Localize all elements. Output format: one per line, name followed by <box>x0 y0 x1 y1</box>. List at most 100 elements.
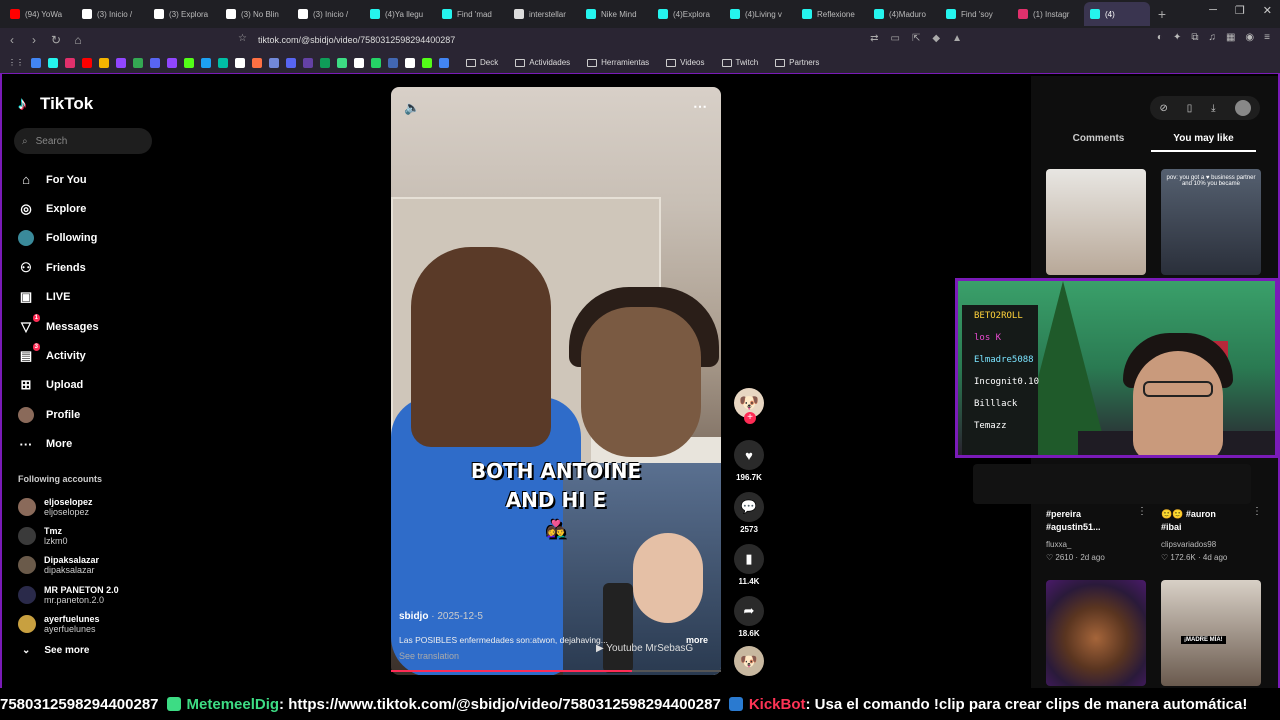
video-player[interactable]: BOTH ANTOINE AND HI E 👩‍❤️‍👨 <box>391 87 721 675</box>
bookmark-icon[interactable] <box>48 57 58 68</box>
bookmark-icon[interactable] <box>201 57 211 68</box>
suggested-video-thumb[interactable]: ¡MADRE MÍA! <box>1161 580 1261 686</box>
suggested-title[interactable]: 🙂🙂 #auron #ibai <box>1161 508 1216 534</box>
sidebar-item-messages[interactable]: ▽ 1 Messages <box>18 312 99 341</box>
extension-icon[interactable]: ◐ <box>1157 32 1163 43</box>
heart-icon[interactable]: ♥ <box>734 440 764 470</box>
bookmark-star-icon[interactable]: ☆ <box>238 33 247 44</box>
browser-tab[interactable]: Nike Mind <box>580 2 652 26</box>
bookmark-folder[interactable]: Actividades <box>515 58 570 67</box>
browser-tab[interactable]: (4)Explora <box>652 2 724 26</box>
browser-tab[interactable]: (3) Inicio / <box>292 2 364 26</box>
bookmark-icon[interactable]: ▮ <box>734 544 764 574</box>
kebab-menu-icon[interactable]: ⋮ <box>1252 506 1262 517</box>
tab-you-may-like[interactable]: You may like <box>1151 133 1256 152</box>
cast-icon[interactable]: ▭ <box>891 33 900 44</box>
tiktok-logo[interactable]: ♪ TikTok <box>18 94 93 114</box>
bookmark-icon[interactable] <box>439 57 449 68</box>
see-translation-link[interactable]: See translation <box>399 651 459 661</box>
video-progress-bar[interactable] <box>391 670 721 672</box>
sidebar-item-live[interactable]: ▣ LIVE <box>18 283 99 312</box>
bookmark-icon[interactable] <box>99 57 109 68</box>
like-action[interactable]: ♥ 196.7K <box>734 440 764 482</box>
bookmark-folder[interactable]: Partners <box>775 58 819 67</box>
music-disc-icon[interactable]: 🐶 <box>734 646 764 676</box>
follow-plus-icon[interactable]: + <box>744 412 756 424</box>
reload-icon[interactable]: ↻ <box>46 33 66 47</box>
forward-icon[interactable]: › <box>24 33 44 47</box>
video-author[interactable]: sbidjo <box>399 611 428 622</box>
home-browser-icon[interactable]: ⌂ <box>68 33 88 47</box>
suggested-video-thumb[interactable] <box>1046 580 1146 686</box>
share-arrow-icon[interactable]: ➦ <box>734 596 764 626</box>
see-more-button[interactable]: ⌄ See more <box>22 645 89 656</box>
sidebar-item-explore[interactable]: ◎ Explore <box>18 194 99 223</box>
new-tab-button[interactable]: + <box>1150 6 1174 22</box>
bookmark-icon[interactable] <box>405 57 415 68</box>
url-text[interactable]: tiktok.com/@sbidjo/video/758031259829440… <box>258 35 455 45</box>
restore-icon[interactable]: ❐ <box>1235 4 1245 17</box>
bookmark-icon[interactable] <box>218 57 228 68</box>
bookmark-icon[interactable] <box>354 57 364 68</box>
creator-avatar[interactable]: 🐶 + <box>734 388 764 424</box>
following-account[interactable]: ayerfuelunes ayerfuelunes <box>18 609 119 638</box>
music-icon[interactable]: ♫ <box>1208 32 1216 43</box>
device-icon[interactable]: ▯ <box>1187 103 1193 114</box>
shield-icon[interactable]: ◆ <box>932 33 940 44</box>
share-icon[interactable]: ⇱ <box>912 33 920 44</box>
wallet-icon[interactable]: ▦ <box>1226 32 1235 43</box>
sidebar-item-profile[interactable]: ● Profile <box>18 400 99 429</box>
bookmark-icon[interactable] <box>422 57 432 68</box>
tab-comments[interactable]: Comments <box>1046 133 1151 152</box>
bookmark-icon[interactable] <box>286 57 296 68</box>
bookmark-icon[interactable] <box>31 57 41 68</box>
kebab-menu-icon[interactable]: ⋮ <box>1137 506 1147 517</box>
following-account[interactable]: eljoselopez eljoselopez <box>18 492 119 521</box>
bookmark-icon[interactable] <box>150 57 160 68</box>
bookmark-folder[interactable]: Twitch <box>721 58 758 67</box>
bookmark-icon[interactable] <box>184 57 194 68</box>
comment-action[interactable]: 💬 2573 <box>734 492 764 534</box>
browser-tab[interactable]: (94) YoWa <box>4 2 76 26</box>
puzzle-icon[interactable]: ✦ <box>1173 32 1181 43</box>
bookmark-icon[interactable] <box>65 57 75 68</box>
browser-tab[interactable]: Find 'mad <box>436 2 508 26</box>
bookmark-icon[interactable] <box>269 57 279 68</box>
share-action[interactable]: ➦ 18.6K <box>734 596 764 638</box>
menu-icon[interactable]: ≡ <box>1264 32 1270 43</box>
bookmark-icon[interactable] <box>388 57 398 68</box>
compass-small-icon[interactable]: ⊘ <box>1159 103 1167 114</box>
following-account[interactable]: MR PANETON 2.0 mr.paneton.2.0 <box>18 580 119 609</box>
browser-tab[interactable]: (1) Instagr <box>1012 2 1084 26</box>
browser-tab[interactable]: (4) <box>1084 2 1150 26</box>
browser-tab[interactable]: (3) No Blin <box>220 2 292 26</box>
comment-icon[interactable]: 💬 <box>734 492 764 522</box>
bookmark-icon[interactable] <box>303 57 313 68</box>
sidebar-item-more[interactable]: ··· More <box>18 430 99 459</box>
following-account[interactable]: Tmz lzkm0 <box>18 521 119 550</box>
alert-icon[interactable]: ▲ <box>952 33 962 44</box>
browser-tab[interactable]: (4)Living v <box>724 2 796 26</box>
sidebar-item-friends[interactable]: ⚇ Friends <box>18 253 99 282</box>
browser-tab[interactable]: Reflexione <box>796 2 868 26</box>
bookmark-icon[interactable] <box>337 57 347 68</box>
bookmark-icon[interactable] <box>133 57 143 68</box>
sidebar-item-activity[interactable]: ▤ 3 Activity <box>18 341 99 370</box>
bookmark-folder[interactable]: Herramientas <box>587 58 649 67</box>
suggested-author[interactable]: fluxxa_ <box>1046 540 1071 549</box>
browser-tab[interactable]: (3) Explora <box>148 2 220 26</box>
suggested-video-thumb[interactable] <box>1046 169 1146 275</box>
tab-search-icon[interactable]: ⧉ <box>1191 32 1198 43</box>
bookmark-folder[interactable]: Deck <box>466 58 498 67</box>
user-avatar[interactable] <box>1234 100 1251 116</box>
browser-tab[interactable]: Find 'soy <box>940 2 1012 26</box>
suggested-title[interactable]: #pereira #agustin51... <box>1046 508 1101 534</box>
suggested-video-thumb[interactable]: pov: you got a ♥ business partner and 10… <box>1161 169 1261 275</box>
bookmark-icon[interactable] <box>82 57 92 68</box>
apps-grid-icon[interactable]: ⋮⋮ <box>8 58 24 67</box>
close-window-icon[interactable]: ✕ <box>1263 4 1272 17</box>
bookmark-icon[interactable] <box>116 57 126 68</box>
browser-tab[interactable]: (4)Ya llegu <box>364 2 436 26</box>
bookmark-icon[interactable] <box>371 57 381 68</box>
following-account[interactable]: Dipaksalazar dipaksalazar <box>18 551 119 580</box>
